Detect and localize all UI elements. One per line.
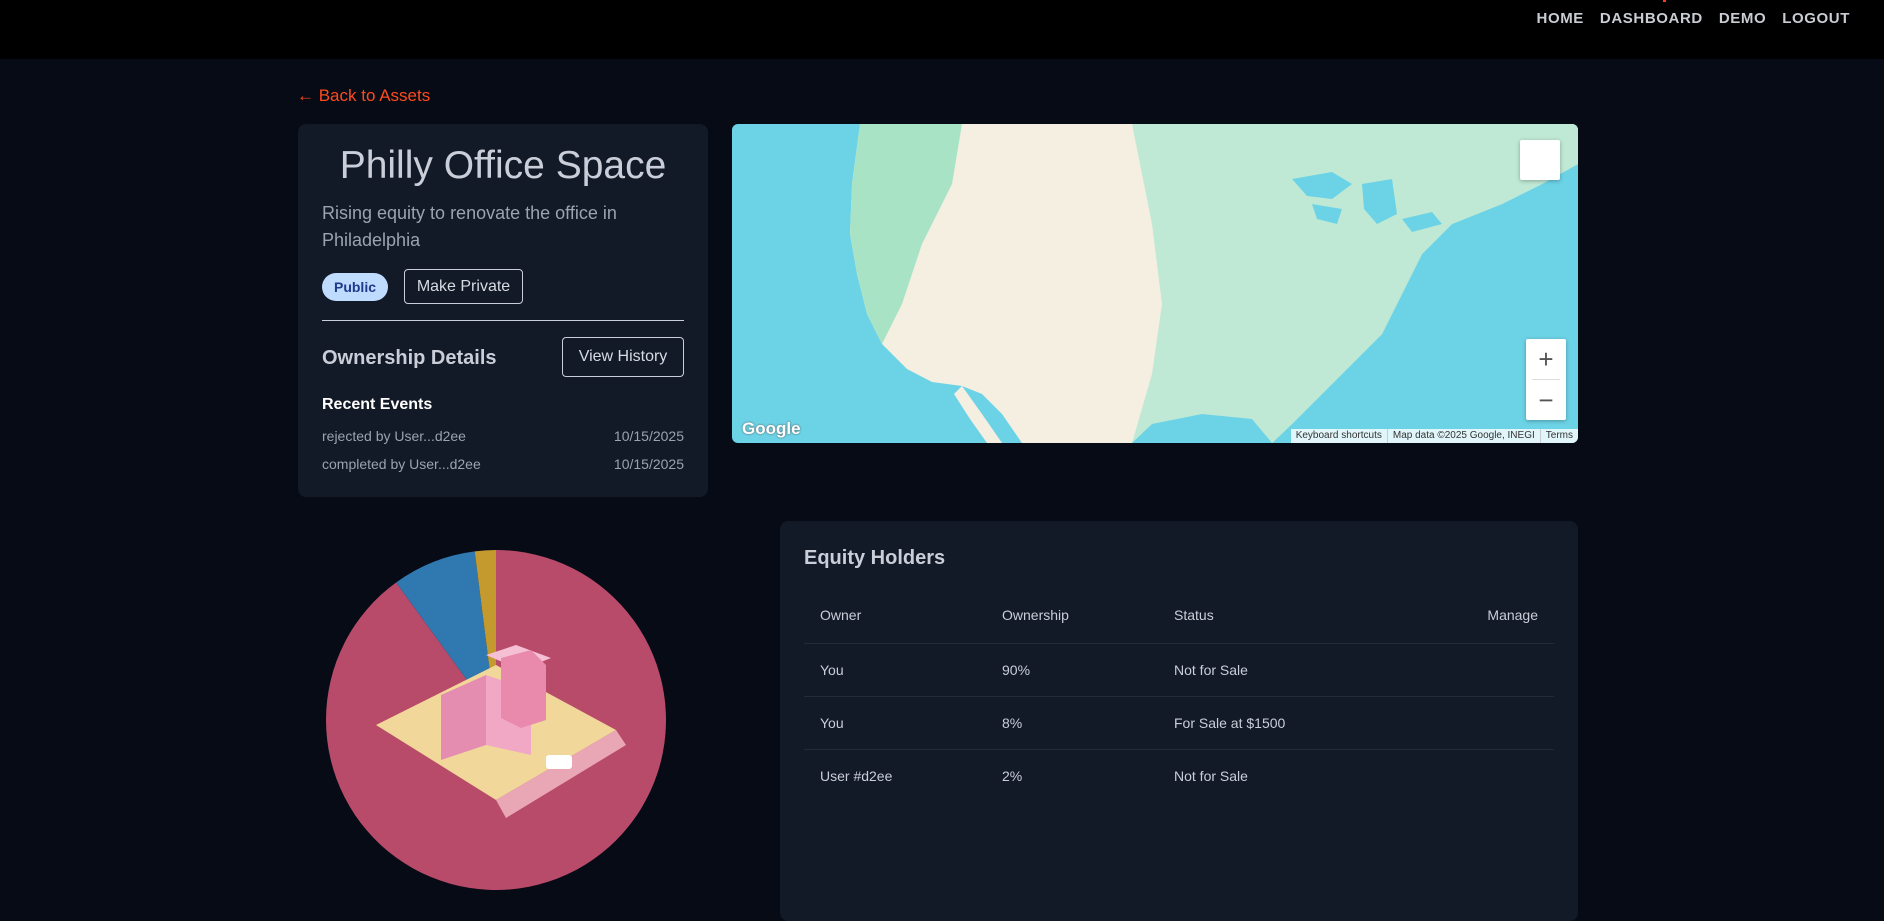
ownership-cell: 2% <box>1002 768 1023 784</box>
zoom-in-button[interactable]: + <box>1526 339 1566 379</box>
nav-home[interactable]: HOME <box>1537 10 1584 27</box>
nav-demo[interactable]: DEMO <box>1719 10 1766 27</box>
nav-dashboard[interactable]: DASHBOARD <box>1600 10 1703 27</box>
ownership-pie-chart <box>325 550 666 890</box>
asset-description: Rising equity to renovate the office in … <box>322 203 617 250</box>
pie-svg <box>325 550 666 890</box>
page-title: Philly Office Space <box>339 144 667 187</box>
map-attribution: Keyboard shortcuts Map data ©2025 Google… <box>1290 429 1578 443</box>
table-row: You 90% Not for Sale <box>804 644 1554 697</box>
illustration-building-tower <box>501 650 546 728</box>
event-text: rejected by User...d2ee <box>322 428 466 444</box>
main-nav: HOME DASHBOARD DEMO LOGOUT <box>1537 10 1850 27</box>
equity-holders-card: Equity Holders Owner Ownership Status Ma… <box>780 521 1578 921</box>
column-header-ownership: Ownership <box>1002 607 1069 623</box>
table-row: You 8% For Sale at $1500 <box>804 697 1554 750</box>
view-history-button[interactable]: View History <box>562 337 684 377</box>
land-green-east <box>1132 124 1578 443</box>
ownership-cell: 8% <box>1002 715 1023 731</box>
location-map[interactable]: + − Google Keyboard shortcuts Map data ©… <box>732 124 1578 443</box>
status-cell: Not for Sale <box>1174 768 1248 784</box>
visibility-badge: Public <box>322 273 388 301</box>
make-private-button[interactable]: Make Private <box>404 269 523 304</box>
column-header-status: Status <box>1174 607 1214 623</box>
top-navbar: HOME DASHBOARD DEMO LOGOUT <box>0 0 1884 59</box>
event-row: rejected by User...d2ee 10/15/2025 <box>322 428 684 444</box>
map-terrain <box>850 124 1578 443</box>
table-row: User #d2ee 2% Not for Sale <box>804 750 1554 802</box>
illustration-car <box>546 755 572 769</box>
column-header-owner: Owner <box>820 607 862 623</box>
event-text: completed by User...d2ee <box>322 456 481 472</box>
asset-details-card: Philly Office Space Rising equity to ren… <box>298 124 708 497</box>
google-logo[interactable]: Google <box>742 419 801 439</box>
back-to-assets-link[interactable]: ← Back to Assets <box>297 86 430 106</box>
owner-cell: You <box>820 662 844 678</box>
nav-accent-dot <box>1663 0 1666 2</box>
nav-logout[interactable]: LOGOUT <box>1782 10 1850 27</box>
owner-cell: You <box>820 715 844 731</box>
zoom-out-button[interactable]: − <box>1526 380 1566 420</box>
equity-holders-title: Equity Holders <box>804 547 946 569</box>
status-cell: For Sale at $1500 <box>1174 715 1286 731</box>
ownership-details-title: Ownership Details <box>322 347 497 369</box>
divider <box>322 320 684 321</box>
keyboard-shortcuts-link[interactable]: Keyboard shortcuts <box>1291 429 1387 443</box>
event-row: completed by User...d2ee 10/15/2025 <box>322 456 684 472</box>
column-header-manage: Manage <box>1487 607 1538 623</box>
recent-events-title: Recent Events <box>322 396 433 413</box>
zoom-control: + − <box>1526 339 1566 420</box>
table-header-row: Owner Ownership Status Manage <box>804 591 1554 644</box>
fullscreen-button[interactable] <box>1520 140 1560 180</box>
terms-link[interactable]: Terms <box>1539 429 1578 443</box>
status-cell: Not for Sale <box>1174 662 1248 678</box>
owner-cell: User #d2ee <box>820 768 893 784</box>
event-date: 10/15/2025 <box>613 456 684 472</box>
equity-table: Owner Ownership Status Manage You 90% No… <box>804 591 1554 802</box>
map-data-text: Map data ©2025 Google, INEGI <box>1386 429 1540 443</box>
event-date: 10/15/2025 <box>613 428 684 444</box>
ownership-cell: 90% <box>1002 662 1031 678</box>
